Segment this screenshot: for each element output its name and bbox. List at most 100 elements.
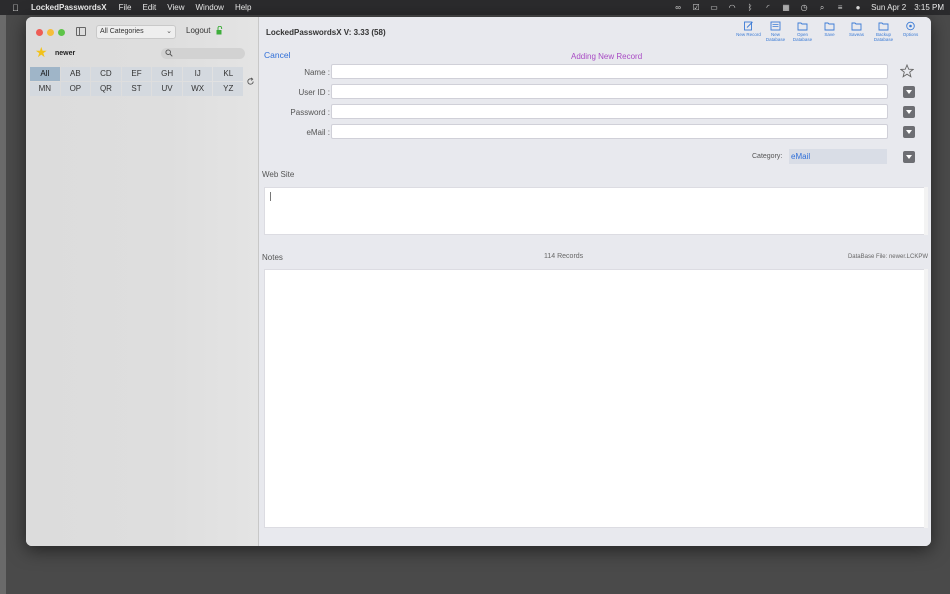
favorite-star-icon[interactable] — [900, 64, 914, 78]
notes-textarea[interactable] — [264, 269, 925, 528]
category-filter-value: All Categories — [100, 28, 144, 35]
alpha-filter-ij[interactable]: IJ — [182, 67, 213, 81]
menubar-time[interactable]: 3:15 PM — [914, 3, 944, 12]
alphabet-row: MN OP QR ST UV WX YZ — [30, 82, 244, 96]
saveas-icon — [851, 22, 862, 31]
new-database-label: New Database — [765, 32, 786, 42]
new-record-icon — [744, 21, 753, 31]
zoom-window-button[interactable] — [58, 29, 65, 36]
app-window: All Categories ⌄ Logout ★ newer All AB C… — [26, 17, 931, 546]
siri-icon[interactable]: ● — [853, 3, 863, 12]
notes-scrollbar[interactable] — [924, 269, 928, 528]
menu-help[interactable]: Help — [235, 3, 251, 12]
email-field[interactable] — [331, 124, 888, 139]
new-database-button[interactable]: New Database — [763, 21, 788, 42]
open-database-icon — [797, 22, 808, 31]
menu-bar:  LockedPasswordsX File Edit View Window… — [0, 0, 950, 15]
options-button[interactable]: Options — [898, 21, 923, 42]
alpha-filter-all[interactable]: All — [30, 67, 60, 81]
airplay-icon[interactable]: ◠ — [727, 3, 737, 12]
sidebar-search-input[interactable] — [161, 48, 245, 59]
window-title: LockedPasswordsX V: 3.33 (58) — [266, 28, 386, 37]
saveas-label: Saveas — [848, 32, 864, 37]
new-record-label: New Record — [736, 32, 761, 37]
text-caret — [270, 192, 271, 201]
save-icon — [824, 22, 835, 31]
category-filter-select[interactable]: All Categories ⌄ — [96, 25, 176, 39]
cancel-button[interactable]: Cancel — [264, 50, 290, 60]
userid-field[interactable] — [331, 84, 888, 99]
checkbox-status-icon[interactable]: ☑ — [691, 3, 701, 12]
database-file-label: DataBase File: newer.LCKPW — [847, 254, 928, 260]
backup-database-icon — [878, 22, 889, 31]
chevron-down-icon: ⌄ — [166, 28, 172, 35]
toolbar: New Record New Database Open Database Sa… — [736, 21, 923, 42]
menu-view[interactable]: View — [167, 3, 184, 12]
apple-menu-icon[interactable]:  — [12, 3, 26, 13]
control-center-icon[interactable]: ≡ — [835, 3, 845, 12]
clock-icon[interactable]: ◷ — [799, 3, 809, 12]
category-value-field[interactable]: eMail — [789, 149, 887, 164]
password-dropdown-button[interactable] — [903, 106, 915, 118]
name-label: Name : — [304, 68, 330, 77]
website-textarea[interactable] — [264, 187, 925, 235]
alpha-filter-kl[interactable]: KL — [213, 67, 244, 81]
alpha-filter-ef[interactable]: EF — [121, 67, 152, 81]
alpha-filter-st[interactable]: ST — [121, 82, 152, 96]
save-label: Save — [824, 32, 835, 37]
saveas-button[interactable]: Saveas — [844, 21, 869, 42]
backup-database-label: Backup Database — [873, 32, 894, 42]
calendar-icon[interactable]: ▦ — [781, 3, 791, 12]
open-database-button[interactable]: Open Database — [790, 21, 815, 42]
display-icon[interactable]: ▭ — [709, 3, 719, 12]
form-title: Adding New Record — [571, 52, 643, 61]
logout-button[interactable]: Logout — [186, 26, 210, 35]
save-button[interactable]: Save — [817, 21, 842, 42]
new-record-button[interactable]: New Record — [736, 21, 761, 42]
open-database-label: Open Database — [792, 32, 813, 42]
options-icon — [906, 21, 915, 31]
menubar-date[interactable]: Sun Apr 2 — [871, 3, 906, 12]
meta-icon[interactable]: ∞ — [673, 3, 683, 12]
backup-database-button[interactable]: Backup Database — [871, 21, 896, 42]
menu-app-name[interactable]: LockedPasswordsX — [31, 3, 107, 12]
record-editor: LockedPasswordsX V: 3.33 (58) New Record… — [260, 17, 931, 546]
userid-label: User ID : — [298, 88, 330, 97]
alpha-filter-wx[interactable]: WX — [182, 82, 213, 96]
website-label: Web Site — [262, 170, 295, 179]
password-label: Password : — [290, 108, 330, 117]
alpha-filter-cd[interactable]: CD — [91, 67, 121, 81]
favorites-star-icon[interactable]: ★ — [35, 45, 48, 59]
alpha-filter-ab[interactable]: AB — [60, 67, 91, 81]
alpha-filter-gh[interactable]: GH — [152, 67, 182, 81]
sidebar: All Categories ⌄ Logout ★ newer All AB C… — [26, 17, 259, 546]
refresh-icon[interactable] — [246, 77, 255, 86]
alpha-filter-op[interactable]: OP — [60, 82, 91, 96]
record-count: 114 Records — [544, 253, 584, 260]
alpha-filter-uv[interactable]: UV — [152, 82, 182, 96]
alpha-filter-qr[interactable]: QR — [91, 82, 121, 96]
menu-window[interactable]: Window — [195, 3, 223, 12]
spotlight-icon[interactable]: ⌕ — [817, 3, 827, 12]
category-dropdown-button[interactable] — [903, 151, 915, 163]
menu-file[interactable]: File — [119, 3, 132, 12]
alpha-filter-yz[interactable]: YZ — [213, 82, 244, 96]
userid-dropdown-button[interactable] — [903, 86, 915, 98]
name-field[interactable] — [331, 64, 888, 79]
search-icon — [165, 49, 173, 57]
wifi-icon[interactable]: ◜ — [763, 3, 773, 12]
alpha-filter-mn[interactable]: MN — [30, 82, 60, 96]
email-label: eMail : — [306, 128, 330, 137]
desktop-edge — [0, 15, 6, 594]
password-field[interactable] — [331, 104, 888, 119]
close-window-button[interactable] — [36, 29, 43, 36]
minimize-window-button[interactable] — [47, 29, 54, 36]
new-database-icon — [770, 21, 781, 31]
menu-edit[interactable]: Edit — [142, 3, 156, 12]
website-scrollbar[interactable] — [924, 187, 928, 235]
unlocked-lock-icon[interactable] — [216, 26, 224, 35]
email-dropdown-button[interactable] — [903, 126, 915, 138]
alphabet-filter: All AB CD EF GH IJ KL MN OP QR ST UV WX … — [30, 67, 244, 97]
sidebar-toggle-icon[interactable] — [76, 27, 86, 36]
bluetooth-icon[interactable]: ᛒ — [745, 3, 755, 12]
